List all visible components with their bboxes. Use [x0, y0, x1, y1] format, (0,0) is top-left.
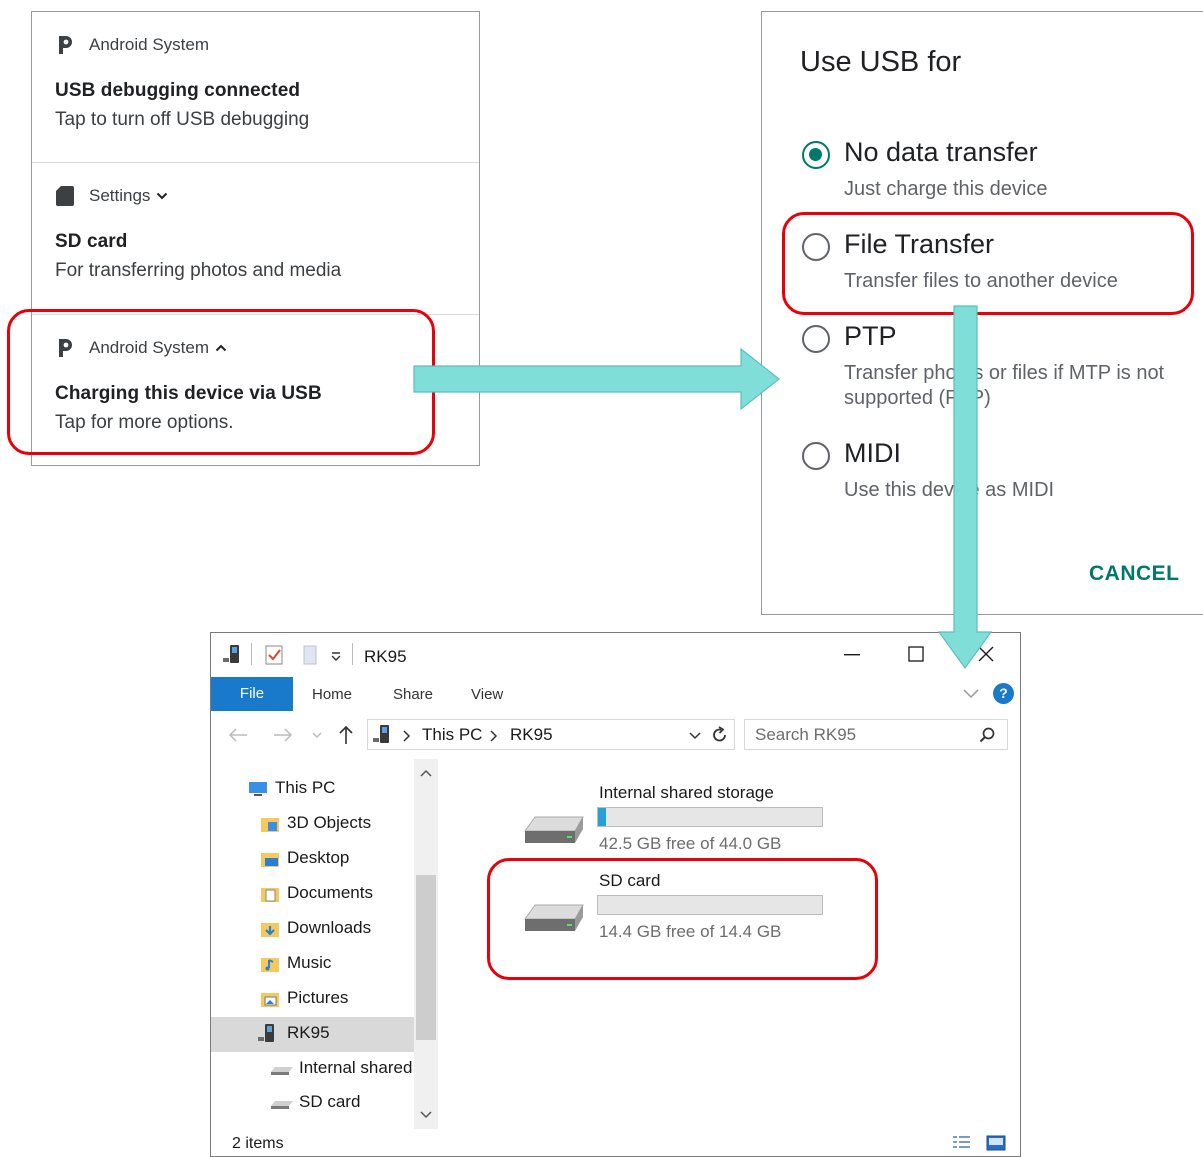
- arrow-down-icon: [937, 305, 993, 670]
- flow-arrows: [413, 305, 993, 670]
- arrow-right-icon: [413, 347, 780, 411]
